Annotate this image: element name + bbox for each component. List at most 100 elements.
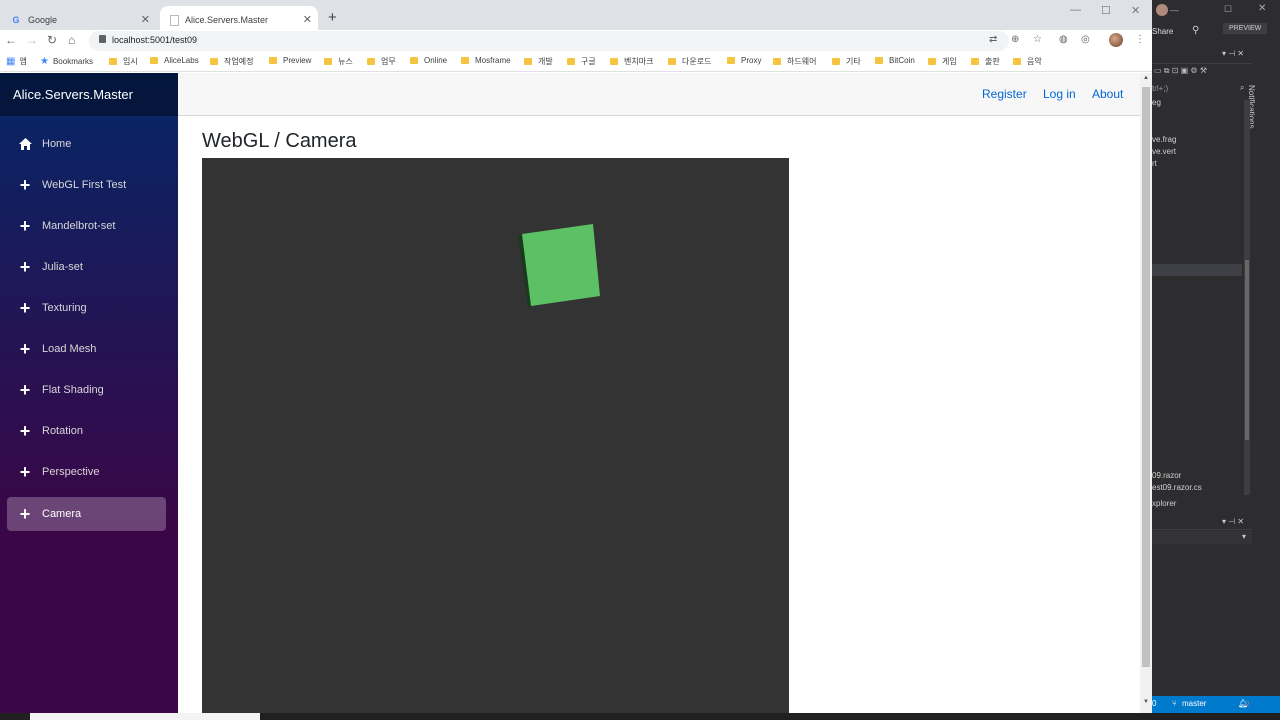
tree-item[interactable]: ve.frag xyxy=(1152,135,1176,144)
login-link[interactable]: Log in xyxy=(1043,87,1076,101)
nav-item-flat-shading[interactable]: + Flat Shading xyxy=(7,373,166,407)
tree-item-selected[interactable] xyxy=(1152,264,1242,276)
minimize-window-icon[interactable]: — xyxy=(1070,4,1081,16)
page-title: WebGL / Camera xyxy=(202,130,357,152)
tree-item[interactable]: eg xyxy=(1152,98,1161,107)
nav-item-webgl-first-test[interactable]: + WebGL First Test xyxy=(7,168,166,202)
solution-toolbar-icons[interactable]: ▭ ⧉ ⊡ ▣ ⚙ ⚒ xyxy=(1154,66,1207,76)
translate-icon[interactable]: ⇄ xyxy=(989,34,997,45)
git-branch[interactable]: master xyxy=(1182,699,1206,708)
nav-item-mandelbrot-set[interactable]: + Mandelbrot-set xyxy=(7,209,166,243)
address-bar[interactable]: localhost:5001/test09 ⇄ ⊕ ☆ xyxy=(89,31,1042,51)
bookmark-folder[interactable]: 뉴스 xyxy=(324,56,353,67)
back-icon[interactable]: ← xyxy=(5,33,17,47)
extension-icon[interactable]: ◎ xyxy=(1081,34,1090,45)
bookmark-folder[interactable]: 개발 xyxy=(524,56,553,67)
vs-share-button[interactable]: Share xyxy=(1152,27,1173,36)
vs-scrollbar[interactable] xyxy=(1244,100,1250,495)
bookmark-folder[interactable]: 구글 xyxy=(567,56,596,67)
live-share-icon[interactable]: ⚲ xyxy=(1192,25,1199,36)
about-link[interactable]: About xyxy=(1092,87,1123,101)
tab-title: Google xyxy=(28,15,58,25)
bookmark-folder[interactable]: Preview xyxy=(269,56,311,65)
bookmark-folder[interactable]: 다운로드 xyxy=(668,56,711,67)
pin-icon[interactable]: ▾ ⊣ ✕ xyxy=(1222,49,1244,58)
file-item[interactable]: 09.razor xyxy=(1152,471,1181,480)
nav-item-texturing[interactable]: + Texturing xyxy=(7,291,166,325)
vs-preview-badge: PREVIEW xyxy=(1223,23,1268,34)
bookmark-folder[interactable]: 게임 xyxy=(928,56,957,67)
webgl-canvas[interactable] xyxy=(202,158,789,720)
plus-icon: + xyxy=(19,504,31,524)
close-tab-icon[interactable]: ✕ xyxy=(141,13,150,26)
vs-maximize-icon[interactable]: ☐ xyxy=(1224,4,1232,15)
bookmark-bookmarks[interactable]: ★ Bookmarks xyxy=(40,56,93,67)
vs-scroll-thumb[interactable] xyxy=(1245,260,1249,440)
taskbar-search-box[interactable] xyxy=(30,713,260,720)
vs-lower-toolbar: ▾ xyxy=(1152,531,1252,544)
home-icon[interactable]: ⌂ xyxy=(68,33,75,47)
nav-item-perspective[interactable]: + Perspective xyxy=(7,455,166,489)
folder-icon xyxy=(971,58,979,65)
folder-icon xyxy=(875,57,883,64)
bookmark-folder[interactable]: 출판 xyxy=(971,56,1000,67)
folder-icon xyxy=(1013,58,1021,65)
bookmark-folder[interactable]: 하드웨어 xyxy=(773,56,816,67)
vs-profile-avatar[interactable] xyxy=(1156,4,1168,16)
new-tab-button[interactable]: + xyxy=(328,9,337,26)
profile-avatar[interactable] xyxy=(1109,33,1123,47)
scroll-thumb[interactable] xyxy=(1142,87,1150,667)
brand-link[interactable]: Alice.Servers.Master xyxy=(13,87,133,102)
reload-icon[interactable]: ↻ xyxy=(47,33,57,47)
close-tab-icon[interactable]: ✕ xyxy=(303,13,312,26)
close-window-icon[interactable]: ✕ xyxy=(1131,4,1140,17)
folder-icon xyxy=(727,57,735,64)
bookmark-folder[interactable]: 벤치마크 xyxy=(610,56,653,67)
star-icon: ★ xyxy=(40,56,49,67)
bookmark-folder[interactable]: 임시 xyxy=(109,56,138,67)
bookmark-folder[interactable]: 음악 xyxy=(1013,56,1042,67)
zoom-icon[interactable]: ⊕ xyxy=(1011,34,1019,45)
solution-search-hint[interactable]: trl+;) xyxy=(1152,84,1168,93)
nav-item-camera[interactable]: + Camera xyxy=(7,497,166,531)
bookmark-folder[interactable]: 작업예정 xyxy=(210,56,253,67)
bookmark-folder[interactable]: 기타 xyxy=(832,56,861,67)
nav-item-label: Load Mesh xyxy=(42,343,97,355)
nav-item-load-mesh[interactable]: + Load Mesh xyxy=(7,332,166,366)
bookmark-folder[interactable]: Mosframe xyxy=(461,56,511,65)
globe-extension-icon[interactable]: ◍ xyxy=(1059,34,1068,45)
lower-pin-icon[interactable]: ▾ ⊣ ✕ xyxy=(1222,517,1244,526)
vs-lower-panel-header: ▾ ⊣ ✕ xyxy=(1152,512,1252,530)
scroll-down-icon[interactable]: ▼ xyxy=(1143,699,1149,705)
bookmark-folder[interactable]: 업무 xyxy=(367,56,396,67)
nav-item-label: Rotation xyxy=(42,425,83,437)
page-scrollbar[interactable]: ▲ ▼ xyxy=(1140,73,1152,720)
nav-item-rotation[interactable]: + Rotation xyxy=(7,414,166,448)
nav-item-label: Julia-set xyxy=(42,261,83,273)
nav-item-label: Mandelbrot-set xyxy=(42,220,116,232)
register-link[interactable]: Register xyxy=(982,87,1027,101)
vs-minimize-icon[interactable]: — xyxy=(1170,5,1179,15)
solution-explorer-tab[interactable]: xplorer xyxy=(1152,499,1176,508)
nav-item-label: WebGL First Test xyxy=(42,179,127,191)
bookmark-folder[interactable]: Online xyxy=(410,56,447,65)
file-item[interactable]: est09.razor.cs xyxy=(1152,483,1202,492)
bookmark-folder[interactable]: Proxy xyxy=(727,56,761,65)
url-text[interactable]: localhost:5001/test09 xyxy=(112,35,197,45)
plus-icon: + xyxy=(19,462,31,482)
maximize-window-icon[interactable]: ☐ xyxy=(1101,4,1111,17)
scroll-up-icon[interactable]: ▲ xyxy=(1143,75,1149,81)
bookmark-folder[interactable]: AliceLabs xyxy=(150,56,199,65)
nav-item-julia-set[interactable]: + Julia-set xyxy=(7,250,166,284)
vs-close-icon[interactable]: ✕ xyxy=(1258,3,1266,14)
bookmark-folder[interactable]: BitCoin xyxy=(875,56,915,65)
bookmark-apps[interactable]: ▦ 앱 xyxy=(6,56,27,67)
dropdown-icon[interactable]: ▾ xyxy=(1242,532,1246,541)
search-icon[interactable]: ⌕ xyxy=(1240,83,1244,93)
bookmark-star-icon[interactable]: ☆ xyxy=(1033,34,1042,45)
nav-item-home[interactable]: Home xyxy=(7,127,166,161)
forward-icon[interactable]: → xyxy=(26,33,38,47)
tree-item[interactable]: rt xyxy=(1152,159,1157,168)
tree-item[interactable]: ve.vert xyxy=(1152,147,1176,156)
menu-kebab-icon[interactable]: ⋮ xyxy=(1135,34,1145,45)
